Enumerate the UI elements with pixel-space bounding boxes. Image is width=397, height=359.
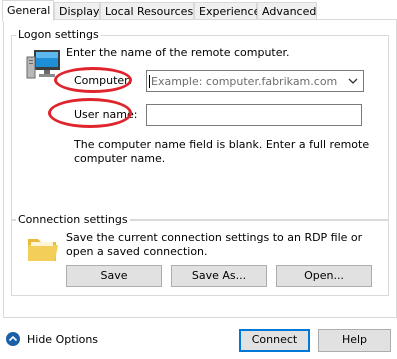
connection-settings-group: Connection settings Save the current con…	[11, 213, 389, 296]
help-button[interactable]: Help	[318, 329, 391, 352]
hide-options-link[interactable]: Hide Options	[27, 333, 98, 346]
tab-advanced[interactable]: Advanced	[257, 2, 317, 20]
save-as-button[interactable]: Save As...	[171, 265, 267, 287]
tab-experience[interactable]: Experience	[194, 2, 260, 20]
tab-strip: General Display Local Resources Experien…	[0, 0, 397, 21]
username-annotation-oval	[48, 98, 132, 128]
blank-computer-warning: The computer name field is blank. Enter …	[74, 138, 370, 165]
tab-local-resources[interactable]: Local Resources	[100, 2, 194, 20]
username-input[interactable]	[146, 104, 362, 126]
computer-placeholder: Example: computer.fabrikam.com	[151, 74, 338, 88]
connect-button[interactable]: Connect	[239, 329, 310, 352]
chevron-up-circle-icon[interactable]	[5, 331, 21, 347]
folder-icon	[28, 239, 58, 261]
tab-display[interactable]: Display	[54, 2, 100, 20]
connection-description: Save the current connection settings to …	[66, 231, 363, 258]
logon-instruction: Enter the name of the remote computer.	[66, 46, 290, 59]
general-tab-panel: Logon settings Enter the name of the rem…	[3, 19, 397, 318]
computer-combobox[interactable]: Example: computer.fabrikam.com	[146, 70, 364, 92]
connection-settings-title: Connection settings	[16, 213, 130, 226]
text-caret	[149, 74, 150, 88]
chevron-down-icon[interactable]	[347, 75, 359, 87]
logon-settings-title: Logon settings	[16, 28, 101, 41]
logon-settings-group: Logon settings Enter the name of the rem…	[11, 28, 389, 220]
tab-general[interactable]: General	[2, 0, 54, 21]
save-button[interactable]: Save	[66, 265, 162, 287]
computer-annotation-oval	[54, 67, 132, 93]
open-button[interactable]: Open...	[276, 265, 372, 287]
